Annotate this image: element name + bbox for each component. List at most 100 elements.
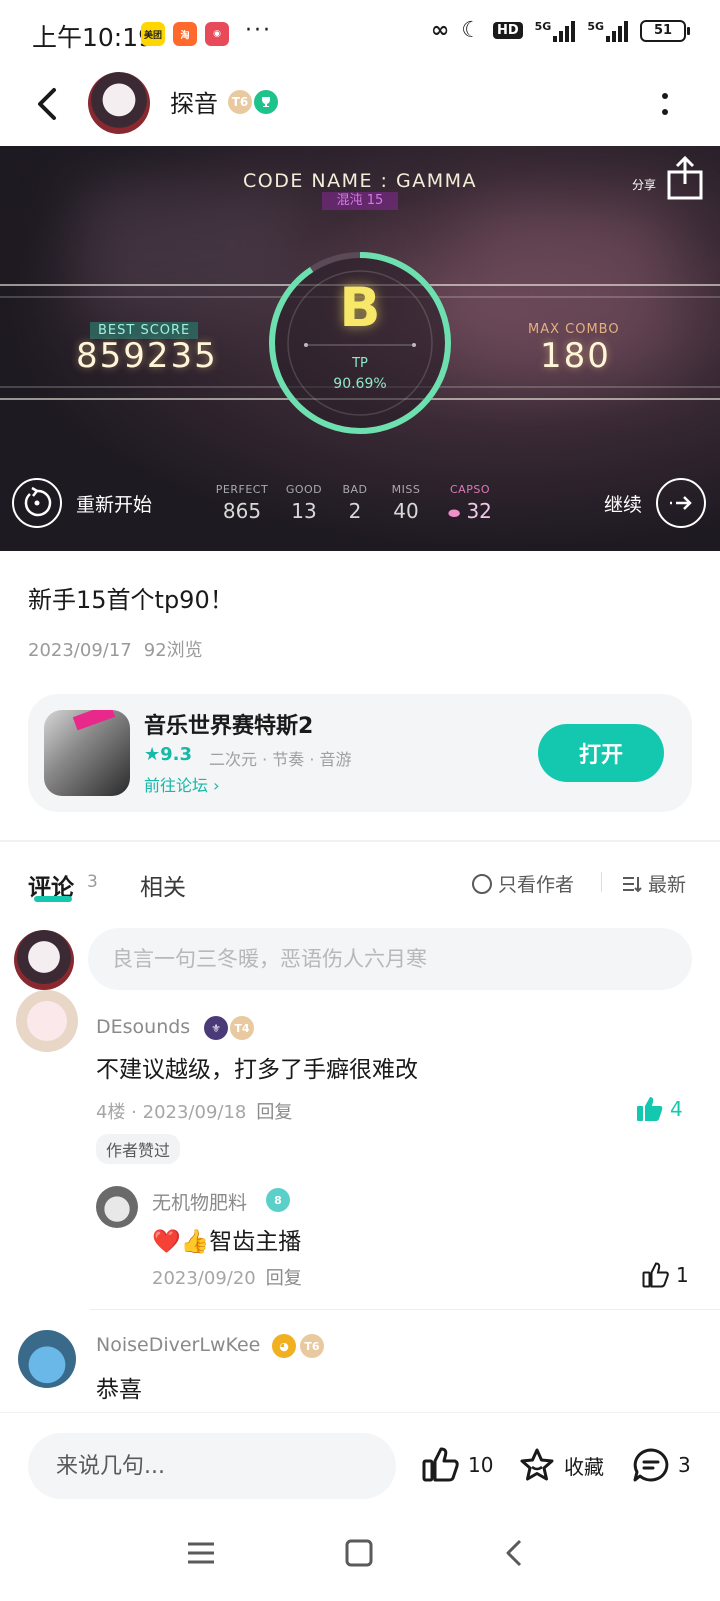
signal-icon-2: 5G — [587, 20, 628, 42]
difficulty-label: 混沌 15 — [322, 192, 398, 210]
game-rating: ★9.3 — [144, 744, 193, 765]
level-badge-icon: T4 — [230, 1016, 254, 1040]
author-only-toggle[interactable]: 只看作者 — [472, 870, 574, 897]
share-icon[interactable] — [666, 156, 704, 200]
stat-value: 40 — [393, 499, 419, 523]
comment-like-button[interactable]: 4 — [636, 1096, 683, 1122]
author-avatar[interactable] — [88, 72, 150, 134]
status-more-dots: ··· — [245, 18, 272, 43]
tab-active-indicator — [34, 896, 72, 902]
replier-name[interactable]: 无机物肥料 — [152, 1188, 247, 1215]
comments-count: 3 — [87, 872, 98, 892]
comment-text: 恭喜 — [96, 1377, 142, 1403]
star-outline-icon — [520, 1448, 554, 1481]
level-badge-icon: T6 — [300, 1334, 324, 1358]
restart-label[interactable]: 重新开始 — [76, 490, 152, 517]
tp-label: TP — [352, 356, 368, 371]
game-result-image[interactable]: CODE NAME : GAMMA 混沌 15 分享 BEST SCORE 85… — [0, 146, 720, 551]
reply-button[interactable]: 回复 — [256, 1102, 292, 1123]
bottom-action-bar: 10 收藏 3 — [0, 1412, 720, 1508]
post-title: 新手15首个tp90！ — [28, 586, 234, 614]
continue-label[interactable]: 继续 — [604, 490, 642, 517]
game-name: 音乐世界赛特斯2 — [144, 714, 314, 739]
author-liked-tag: 作者赞过 — [96, 1134, 181, 1164]
meituan-icon: 美团 — [141, 22, 165, 46]
link-icon: ∞ — [430, 18, 450, 43]
open-game-button[interactable]: 打开 — [538, 724, 664, 782]
system-nav-bar — [0, 1508, 720, 1601]
comments-button[interactable]: 3 — [632, 1447, 691, 1483]
thumbs-up-filled-icon — [637, 1097, 663, 1121]
stat-label: CAPSO — [450, 483, 490, 496]
home-icon[interactable] — [344, 1538, 374, 1568]
game-card[interactable]: 音乐世界赛特斯2 ★9.3 二次元 · 节奏 · 音游 前往论坛 › 打开 — [28, 694, 692, 812]
star-icon: ★ — [144, 744, 161, 765]
stat-bad: BAD 2 — [338, 483, 372, 523]
chevron-right-icon: › — [213, 776, 220, 795]
stat-perfect: PERFECT 865 — [214, 483, 270, 523]
post-header: 探音 T6 — [0, 70, 720, 146]
stat-value: 865 — [222, 499, 262, 523]
stat-miss: MISS 40 — [386, 483, 426, 523]
sort-button[interactable]: 最新 — [622, 870, 686, 897]
back-icon[interactable] — [30, 84, 66, 124]
stat-value: 2 — [348, 499, 362, 523]
post-views: 92浏览 — [143, 640, 203, 661]
song-title: CODE NAME : GAMMA — [243, 170, 477, 192]
restart-button[interactable] — [12, 478, 62, 528]
thumbs-up-icon — [422, 1447, 459, 1482]
stat-good: GOOD 13 — [284, 483, 324, 523]
game-icon[interactable] — [44, 710, 130, 796]
stat-value: 13 — [291, 499, 317, 523]
reply-date: 2023/09/20 — [152, 1268, 256, 1289]
author-name[interactable]: 探音 — [170, 84, 218, 119]
stat-capso: CAPSO ⬬ 32 — [440, 483, 500, 523]
status-app-icons: 美团 淘 ◉ — [141, 22, 229, 46]
reply-like-button[interactable]: 1 — [642, 1262, 689, 1288]
comment-count: 3 — [678, 1453, 691, 1477]
section-divider — [0, 840, 720, 842]
taobao-icon: 淘 — [173, 22, 197, 46]
post-date: 2023/09/17 — [28, 640, 132, 661]
reply-button[interactable]: 回复 — [266, 1268, 302, 1289]
level-badge-icon: T6 — [228, 90, 252, 114]
more-vertical-icon[interactable] — [660, 92, 670, 116]
stat-label: PERFECT — [215, 483, 269, 496]
tab-related[interactable]: 相关 — [140, 868, 186, 902]
commenter-name[interactable]: NoiseDiverLwKee — [96, 1334, 260, 1356]
stat-label: MISS — [391, 483, 421, 496]
level-badge-icon: 8 — [266, 1188, 290, 1212]
commenter-avatar[interactable] — [16, 990, 78, 1052]
comment-meta: 4楼 · 2023/09/18 回复 — [96, 1102, 293, 1123]
menu-icon[interactable] — [186, 1538, 216, 1568]
hd-icon: HD — [492, 22, 523, 39]
grade-letter: B — [339, 276, 381, 339]
tp-value: 90.69% — [333, 376, 387, 392]
nav-back-icon[interactable] — [500, 1538, 530, 1568]
status-bar: 上午10:19 美团 淘 ◉ ··· ∞ ☾ HD 5G 5G 51 — [0, 0, 720, 70]
comment-date: 2023/09/18 — [142, 1102, 247, 1123]
commenter-name[interactable]: DEsounds — [96, 1016, 190, 1038]
like-post-button[interactable]: 10 — [422, 1447, 493, 1483]
commenter-avatar[interactable] — [18, 1330, 76, 1388]
favorite-button[interactable]: 收藏 — [518, 1447, 604, 1483]
my-avatar — [14, 930, 74, 990]
signal-icon-1: 5G — [535, 20, 576, 42]
like-count: 10 — [468, 1453, 494, 1477]
restart-icon — [24, 486, 52, 517]
comment-floor: 4楼 — [96, 1102, 126, 1123]
divider — [601, 872, 602, 892]
comment-input[interactable] — [88, 928, 692, 990]
radio-icon — [472, 873, 492, 894]
continue-button[interactable] — [656, 478, 706, 528]
post-meta: 2023/09/17 92浏览 — [28, 636, 203, 662]
favorite-label: 收藏 — [564, 1454, 604, 1479]
status-right-icons: ∞ ☾ HD 5G 5G 51 — [430, 18, 690, 43]
replier-avatar[interactable] — [96, 1186, 138, 1228]
mascot-badge-icon: ◕ — [272, 1334, 296, 1358]
say-something-input[interactable] — [28, 1433, 396, 1499]
stat-value: 32 — [466, 499, 492, 523]
reply-meta: 2023/09/20 回复 — [152, 1264, 302, 1290]
forum-link[interactable]: 前往论坛 › — [144, 772, 220, 796]
comment-divider — [90, 1309, 720, 1310]
